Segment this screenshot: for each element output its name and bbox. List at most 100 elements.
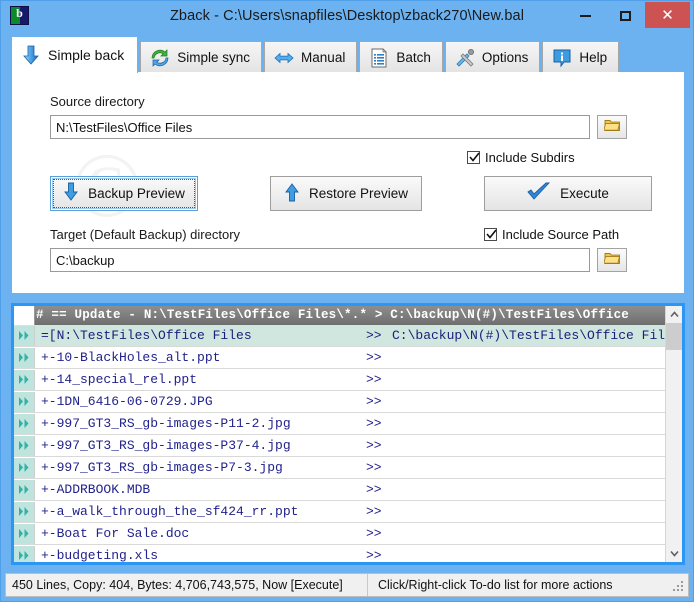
list-item-text: +-a_walk_through_the_sf424_rr.ppt (41, 504, 299, 519)
include-source-path-checkbox[interactable]: Include Source Path (484, 227, 619, 242)
close-button[interactable]: ✕ (645, 2, 690, 28)
execute-button[interactable]: Execute (484, 176, 652, 211)
double-chevron-icon (14, 347, 35, 368)
source-directory-input[interactable]: N:\TestFiles\Office Files (50, 115, 590, 139)
list-item[interactable]: +-ADDRBOOK.MDB >> (14, 479, 665, 501)
up-arrow-icon (284, 182, 300, 205)
list-item-arrow: >> (366, 350, 382, 365)
folder-icon (602, 118, 621, 137)
list-item[interactable]: +-budgeting.xls >> (14, 545, 665, 562)
target-directory-input[interactable]: C:\backup (50, 248, 590, 272)
status-left-text: 450 Lines, Copy: 404, Bytes: 4,706,743,5… (6, 574, 368, 596)
status-right-text: Click/Right-click To-do list for more ac… (378, 578, 613, 592)
sync-arrows-icon (149, 47, 171, 69)
tab-label: Simple back (48, 47, 125, 63)
left-right-arrows-icon (273, 47, 295, 69)
tab-label: Options (481, 50, 529, 65)
list-item-text: +-10-BlackHoles_alt.ppt (41, 350, 221, 365)
check-mark-icon (527, 182, 551, 205)
maximize-button[interactable] (605, 1, 645, 30)
down-arrow-icon (63, 182, 79, 205)
list-body[interactable]: =[N:\TestFiles\Office Files >> C:\backup\N… (14, 325, 665, 562)
list-item-arrow: >> (366, 504, 382, 519)
list-header-text: # == Update - N:\TestFiles\Office Files\… (36, 308, 629, 322)
backup-preview-button[interactable]: Backup Preview (50, 176, 198, 211)
source-browse-button[interactable] (597, 115, 627, 139)
zback-app-icon: b (10, 6, 29, 25)
minimize-icon (579, 14, 591, 17)
status-bar: 450 Lines, Copy: 404, Bytes: 4,706,743,5… (5, 573, 689, 597)
app-icon-glyph: b (16, 6, 23, 20)
checkbox-box (467, 151, 480, 164)
resize-grip[interactable] (673, 581, 685, 593)
tab-help[interactable]: Help (542, 41, 620, 73)
maximize-icon (619, 10, 631, 21)
document-list-icon (368, 47, 390, 69)
include-source-path-label: Include Source Path (502, 227, 620, 242)
tab-simple-sync[interactable]: Simple sync (140, 41, 263, 73)
list-item-arrow: >> (366, 394, 382, 409)
double-chevron-icon (14, 413, 35, 434)
list-item[interactable]: +-Boat For Sale.doc >> (14, 523, 665, 545)
list-item-text: +-ADDRBOOK.MDB (41, 482, 151, 497)
tab-options[interactable]: Options (444, 41, 541, 73)
list-item[interactable]: +-997_GT3_RS_gb-images-P7-3.jpg >> (14, 457, 665, 479)
list-item-arrow: >> (366, 416, 382, 431)
list-item[interactable]: =[N:\TestFiles\Office Files >> C:\backup\N… (14, 325, 665, 347)
target-browse-button[interactable] (597, 248, 627, 272)
include-subdirs-label: Include Subdirs (485, 150, 575, 165)
tab-batch[interactable]: Batch (359, 41, 443, 73)
scroll-up-button[interactable] (666, 306, 682, 323)
button-label: Execute (560, 186, 609, 201)
list-item-arrow: >> (366, 372, 382, 387)
check-mark-icon (469, 152, 480, 162)
scroll-down-button[interactable] (666, 545, 682, 562)
list-header[interactable]: # == Update - N:\TestFiles\Office Files\… (14, 306, 665, 325)
tools-icon (454, 47, 476, 69)
list-item[interactable]: +-997_GT3_RS_gb-images-P11-2.jpg >> (14, 413, 665, 435)
double-chevron-icon (14, 501, 35, 522)
list-item-target: C:\backup\N(#)\TestFiles\Office Files (392, 328, 665, 343)
list-item-text: +-14_special_rel.ppt (41, 372, 198, 387)
tab-manual[interactable]: Manual (264, 41, 358, 73)
vertical-scrollbar[interactable] (665, 306, 682, 562)
folder-icon (602, 251, 621, 270)
list-item-arrow: >> (366, 482, 382, 497)
list-item-arrow: >> (366, 548, 382, 562)
tab-label: Manual (301, 50, 346, 65)
application-window: b Zback - C:\Users\snapfiles\Desktop\zba… (0, 0, 694, 602)
double-chevron-icon (14, 545, 35, 562)
tab-label: Batch (396, 50, 431, 65)
check-mark-icon (486, 229, 497, 239)
tab-simple-back[interactable]: Simple back (11, 36, 139, 73)
double-chevron-icon (14, 435, 35, 456)
list-item[interactable]: +-14_special_rel.ppt >> (14, 369, 665, 391)
list-item[interactable]: +-10-BlackHoles_alt.ppt >> (14, 347, 665, 369)
minimize-button[interactable] (565, 1, 605, 30)
target-directory-label: Target (Default Backup) directory (50, 227, 241, 242)
scrollbar-thumb[interactable] (666, 323, 682, 350)
tab-strip: Simple back Simple sync Manual Batch Opt… (11, 36, 685, 73)
double-chevron-icon (14, 523, 35, 544)
double-chevron-icon (14, 325, 35, 346)
chevron-up-icon (670, 311, 679, 318)
button-label: Backup Preview (88, 186, 185, 201)
list-item[interactable]: +-997_GT3_RS_gb-images-P37-4.jpg >> (14, 435, 665, 457)
list-item-text: +-997_GT3_RS_gb-images-P11-2.jpg (41, 416, 291, 431)
info-balloon-icon (551, 47, 573, 69)
list-item[interactable]: +-1DN_6416-06-0729.JPG >> (14, 391, 665, 413)
tab-label: Simple sync (177, 50, 251, 65)
list-item-text: +-1DN_6416-06-0729.JPG (41, 394, 213, 409)
list-item-arrow: >> (366, 460, 382, 475)
list-item[interactable]: +-a_walk_through_the_sf424_rr.ppt >> (14, 501, 665, 523)
list-item-arrow: >> (366, 526, 382, 541)
include-subdirs-checkbox[interactable]: Include Subdirs (467, 150, 575, 165)
checkbox-box (484, 228, 497, 241)
down-arrow-icon (20, 44, 42, 66)
restore-preview-button[interactable]: Restore Preview (270, 176, 422, 211)
source-directory-label: Source directory (50, 94, 145, 109)
list-item-text: +-997_GT3_RS_gb-images-P37-4.jpg (41, 438, 291, 453)
todo-list[interactable]: # == Update - N:\TestFiles\Office Files\… (11, 303, 685, 565)
list-header-grip[interactable] (14, 306, 35, 325)
list-item-text: +-budgeting.xls (41, 548, 159, 562)
